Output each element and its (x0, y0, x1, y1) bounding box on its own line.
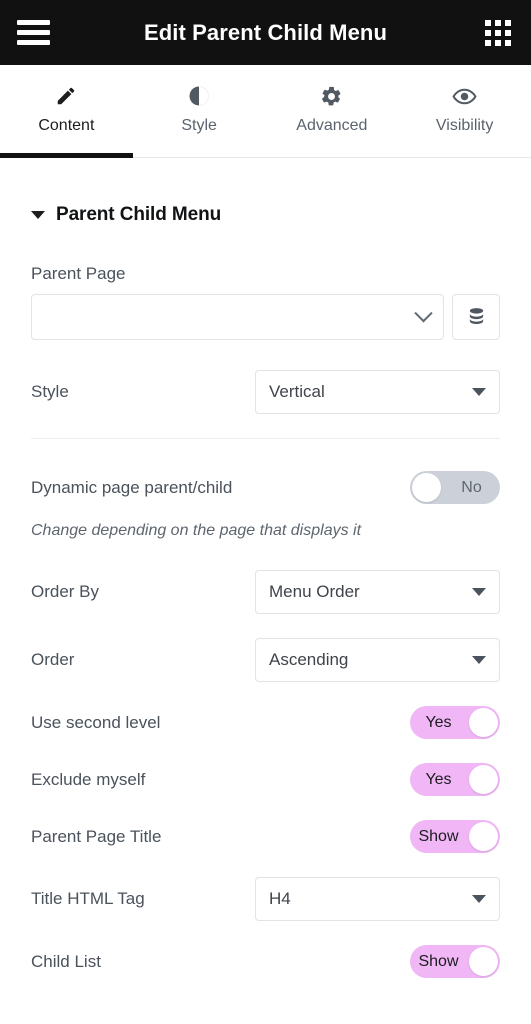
order-by-select[interactable]: Menu Order (255, 570, 500, 614)
dynamic-page-label: Dynamic page parent/child (31, 477, 233, 497)
chevron-down-icon (414, 303, 433, 322)
toggle-knob (412, 473, 441, 502)
contrast-icon (187, 82, 211, 110)
use-second-level-toggle-value: Yes (425, 714, 452, 731)
toggle-knob (469, 822, 498, 851)
caret-down-icon (472, 588, 486, 596)
child-list-toggle-value: Show (418, 953, 459, 970)
title-html-tag-select[interactable]: H4 (255, 877, 500, 921)
dynamic-page-toggle[interactable]: No (410, 471, 500, 504)
order-by-label: Order By (31, 582, 100, 601)
tab-style[interactable]: Style (133, 65, 266, 157)
gear-icon (320, 82, 343, 110)
parent-page-select[interactable] (31, 294, 444, 340)
section-title: Parent Child Menu (56, 204, 222, 225)
exclude-myself-label: Exclude myself (31, 769, 146, 789)
order-by-row: Order By Menu Order (31, 570, 500, 614)
order-select-value: Ascending (269, 650, 349, 669)
settings-panel-body: Parent Child Menu Parent Page Style Vert… (0, 204, 531, 978)
tab-advanced-label: Advanced (296, 117, 368, 134)
exclude-myself-toggle[interactable]: Yes (410, 763, 500, 796)
child-list-label: Child List (31, 951, 101, 971)
eye-icon (452, 82, 477, 110)
tab-content[interactable]: Content (0, 65, 133, 158)
exclude-myself-row: Exclude myself Yes (31, 763, 500, 796)
caret-down-icon (472, 895, 486, 903)
use-second-level-row: Use second level Yes (31, 706, 500, 739)
tab-advanced[interactable]: Advanced (266, 65, 399, 157)
toggle-knob (469, 708, 498, 737)
section-header-parent-child-menu[interactable]: Parent Child Menu (31, 204, 500, 226)
toggle-knob (469, 947, 498, 976)
grid-apps-icon[interactable] (481, 16, 515, 50)
style-row: Style Vertical (31, 370, 500, 414)
parent-page-control-row (31, 294, 500, 340)
order-label: Order (31, 650, 75, 669)
order-row: Order Ascending (31, 638, 500, 682)
caret-down-icon (472, 388, 486, 396)
order-select[interactable]: Ascending (255, 638, 500, 682)
top-bar: Edit Parent Child Menu (0, 0, 531, 65)
tab-bar: Content Style Advanced Visibility (0, 65, 531, 158)
use-second-level-toggle[interactable]: Yes (410, 706, 500, 739)
title-html-tag-select-value: H4 (269, 889, 291, 908)
use-second-level-label: Use second level (31, 712, 161, 732)
tab-style-label: Style (181, 117, 217, 134)
child-list-toggle[interactable]: Show (410, 945, 500, 978)
dynamic-page-helper-text: Change depending on the page that displa… (31, 522, 362, 539)
tab-content-label: Content (38, 117, 95, 134)
caret-down-icon (31, 211, 45, 219)
exclude-myself-toggle-value: Yes (425, 771, 452, 788)
style-select-value: Vertical (269, 382, 325, 401)
title-html-tag-label: Title HTML Tag (31, 889, 145, 908)
caret-down-icon (472, 656, 486, 664)
dynamic-page-row: Dynamic page parent/child No (31, 471, 500, 504)
parent-page-title-label: Parent Page Title (31, 826, 162, 846)
parent-page-label: Parent Page (31, 264, 126, 283)
tab-visibility[interactable]: Visibility (398, 65, 531, 157)
parent-page-title-row: Parent Page Title Show (31, 820, 500, 853)
hamburger-icon[interactable] (14, 13, 54, 53)
child-list-row: Child List Show (31, 945, 500, 978)
dynamic-page-toggle-value: No (461, 479, 482, 496)
tab-visibility-label: Visibility (435, 117, 494, 134)
parent-page-title-toggle-value: Show (418, 828, 459, 845)
section-divider (31, 438, 500, 439)
pencil-icon (55, 82, 77, 110)
widget-settings-panel: Edit Parent Child Menu Content Style Adv… (0, 0, 531, 1024)
style-label: Style (31, 382, 69, 401)
toggle-knob (469, 765, 498, 794)
style-select[interactable]: Vertical (255, 370, 500, 414)
order-by-select-value: Menu Order (269, 582, 360, 601)
database-icon[interactable] (452, 294, 500, 340)
parent-page-title-toggle[interactable]: Show (410, 820, 500, 853)
title-html-tag-row: Title HTML Tag H4 (31, 877, 500, 921)
page-title: Edit Parent Child Menu (144, 19, 387, 45)
